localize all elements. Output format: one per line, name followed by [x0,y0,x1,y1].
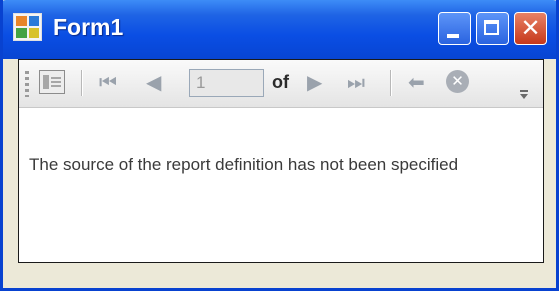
window-title: Form1 [53,14,124,40]
first-page-icon[interactable]: ⏮ [99,73,117,93]
toolbar-separator [81,70,83,96]
maximize-button[interactable] [476,12,509,45]
page-count-label: of [272,72,289,92]
report-toolbar: ⏮ ◀ 1 of ▶ ⏭ ⬅ ✕ [19,60,543,108]
title-bar[interactable]: Form1 ✕ [3,0,556,59]
last-page-icon[interactable]: ⏭ [347,73,365,93]
form-bottom-area [18,264,544,288]
next-page-icon[interactable]: ▶ [307,73,322,93]
document-map-icon[interactable] [39,70,65,94]
close-button[interactable]: ✕ [514,12,547,45]
stop-icon[interactable]: ✕ [446,70,469,93]
minimize-icon [447,34,459,38]
form-window: Form1 ✕ ⏮ ◀ 1 of ▶ ⏭ ⬅ ✕ The source of t… [0,0,559,291]
winforms-app-icon [13,13,42,41]
report-viewer: ⏮ ◀ 1 of ▶ ⏭ ⬅ ✕ The source of the repor… [18,59,544,263]
previous-page-icon[interactable]: ◀ [146,73,161,93]
toolbar-grip[interactable] [25,71,29,97]
report-status-message: The source of the report definition has … [29,155,459,174]
toolbar-separator [390,70,392,96]
minimize-button[interactable] [438,12,471,45]
close-icon: ✕ [520,15,541,42]
maximize-icon [484,20,499,35]
back-icon[interactable]: ⬅ [408,73,425,93]
overflow-icon[interactable] [519,90,529,99]
page-number-value: 1 [196,73,206,92]
page-number-input[interactable]: 1 [189,69,264,97]
